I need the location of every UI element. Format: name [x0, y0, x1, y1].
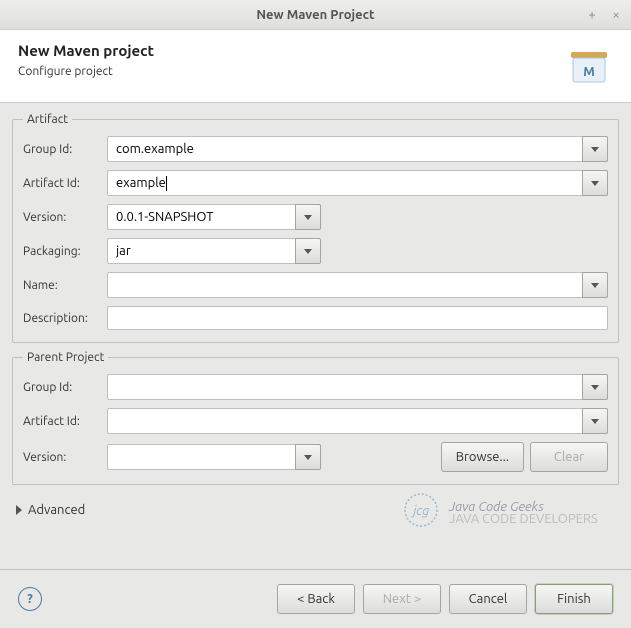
browse-button[interactable]: Browse...: [441, 442, 524, 472]
packaging-input[interactable]: [107, 238, 295, 264]
parent-group-id-dropdown-button[interactable]: [582, 374, 608, 400]
parent-artifact-id-input[interactable]: [107, 408, 582, 434]
parent-version-dropdown-button[interactable]: [295, 444, 321, 470]
window-title: New Maven Project: [256, 8, 374, 22]
window-controls: + ×: [583, 6, 625, 24]
advanced-label: Advanced: [28, 503, 85, 517]
group-id-dropdown-button[interactable]: [582, 136, 608, 162]
help-button[interactable]: ?: [18, 587, 42, 611]
chevron-down-icon: [304, 215, 312, 220]
parent-version-row: Version: Browse... Clear: [23, 442, 608, 472]
chevron-down-icon: [591, 385, 599, 390]
parent-group-id-input[interactable]: [107, 374, 582, 400]
parent-artifact-id-row: Artifact Id:: [23, 408, 608, 434]
page-title: New Maven project: [18, 42, 154, 59]
artifact-id-input[interactable]: example: [107, 170, 582, 196]
group-id-input[interactable]: [107, 136, 582, 162]
chevron-down-icon: [591, 147, 599, 152]
wizard-footer: ? < Back Next > Cancel Finish: [0, 569, 631, 628]
chevron-down-icon: [304, 249, 312, 254]
packaging-label: Packaging:: [23, 245, 99, 258]
footer-buttons: < Back Next > Cancel Finish: [277, 584, 613, 614]
description-input[interactable]: [107, 306, 608, 330]
name-row: Name:: [23, 272, 608, 298]
header-text: New Maven project Configure project: [18, 42, 154, 78]
parent-group-id-row: Group Id:: [23, 374, 608, 400]
minimize-button[interactable]: +: [583, 6, 601, 24]
parent-version-label: Version:: [23, 451, 99, 464]
name-dropdown-button[interactable]: [582, 272, 608, 298]
parent-group-id-combo: [107, 374, 608, 400]
chevron-down-icon: [591, 419, 599, 424]
name-input[interactable]: [107, 272, 582, 298]
artifact-id-combo: example: [107, 170, 608, 196]
version-input[interactable]: [107, 204, 295, 230]
version-row: Version:: [23, 204, 608, 230]
parent-buttons: Browse... Clear: [441, 442, 608, 472]
back-button[interactable]: < Back: [277, 584, 355, 614]
description-row: Description:: [23, 306, 608, 330]
name-combo: [107, 272, 608, 298]
help-icon: ?: [27, 592, 33, 606]
packaging-dropdown-button[interactable]: [295, 238, 321, 264]
svg-text:M: M: [583, 65, 595, 79]
version-dropdown-button[interactable]: [295, 204, 321, 230]
version-label: Version:: [23, 211, 99, 224]
group-id-row: Group Id:: [23, 136, 608, 162]
parent-project-group: Parent Project Group Id: Artifact Id:: [12, 351, 619, 485]
titlebar: New Maven Project + ×: [0, 0, 631, 30]
chevron-down-icon: [591, 283, 599, 288]
next-button[interactable]: Next >: [363, 584, 441, 614]
group-id-label: Group Id:: [23, 143, 99, 156]
parent-version-input[interactable]: [107, 444, 295, 470]
packaging-combo: [107, 238, 321, 264]
text-cursor: [166, 176, 167, 191]
name-label: Name:: [23, 279, 99, 292]
maven-icon: M: [565, 42, 613, 90]
packaging-row: Packaging:: [23, 238, 608, 264]
parent-artifact-id-combo: [107, 408, 608, 434]
chevron-down-icon: [591, 181, 599, 186]
cancel-button[interactable]: Cancel: [449, 584, 527, 614]
finish-button[interactable]: Finish: [535, 584, 613, 614]
artifact-id-row: Artifact Id: example: [23, 170, 608, 196]
content-area: Artifact Group Id: Artifact Id: example: [0, 103, 631, 569]
chevron-right-icon: [16, 505, 22, 515]
artifact-id-dropdown-button[interactable]: [582, 170, 608, 196]
parent-artifact-id-dropdown-button[interactable]: [582, 408, 608, 434]
chevron-down-icon: [304, 455, 312, 460]
parent-artifact-id-label: Artifact Id:: [23, 415, 99, 428]
parent-version-combo: [107, 444, 321, 470]
version-combo: [107, 204, 321, 230]
artifact-legend: Artifact: [23, 113, 72, 126]
plus-icon: +: [588, 8, 595, 22]
group-id-combo: [107, 136, 608, 162]
clear-button[interactable]: Clear: [530, 442, 608, 472]
close-button[interactable]: ×: [607, 6, 625, 24]
page-subtitle: Configure project: [18, 65, 154, 78]
parent-group-id-label: Group Id:: [23, 381, 99, 394]
description-label: Description:: [23, 312, 99, 325]
wizard-header: New Maven project Configure project M: [0, 30, 631, 103]
close-icon: ×: [612, 8, 619, 22]
advanced-toggle[interactable]: Advanced: [12, 493, 619, 527]
artifact-id-label: Artifact Id:: [23, 177, 99, 190]
artifact-group: Artifact Group Id: Artifact Id: example: [12, 113, 619, 343]
parent-legend: Parent Project: [23, 351, 108, 364]
